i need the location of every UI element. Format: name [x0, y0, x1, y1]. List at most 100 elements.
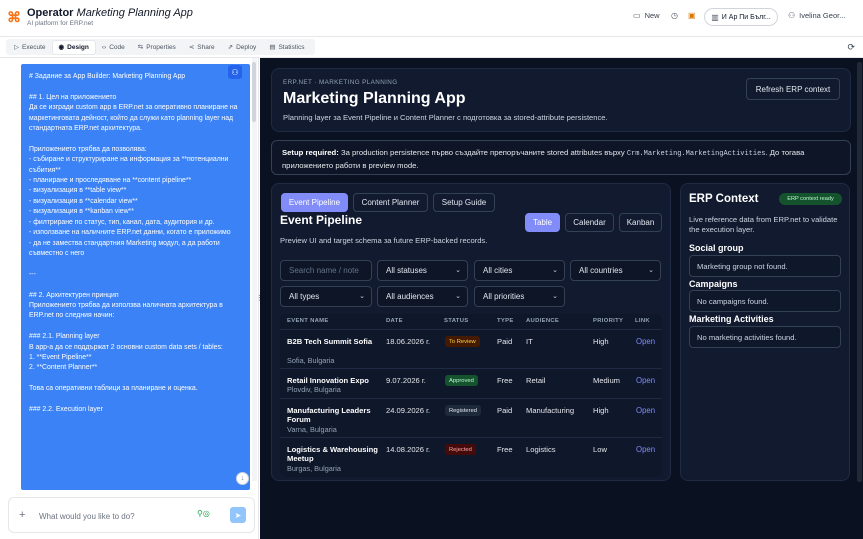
building-icon: ▥: [711, 12, 719, 22]
chat-input[interactable]: [39, 509, 189, 523]
voice-icon[interactable]: ⚲◎: [197, 509, 210, 518]
mode-tabs-bar: ▷ Execute ◉ Design ‹› Code ⇆ Properties ⋖ Sha…: [0, 37, 863, 58]
event-type: Free: [497, 445, 513, 454]
user-avatar-icon: ⚇: [228, 65, 242, 79]
status-badge: ERP context ready: [779, 193, 842, 205]
event-location: Sofia, Bulgaria: [287, 356, 335, 365]
attach-icon[interactable]: +: [19, 509, 25, 521]
type-filter[interactable]: All types ⌄: [280, 286, 372, 307]
chevron-down-icon: ⌄: [359, 293, 365, 300]
column-header: PRIORITY: [593, 318, 624, 324]
event-location: Plovdiv, Bulgaria: [287, 385, 341, 394]
event-priority: High: [593, 337, 609, 346]
event-audience: Manufacturing: [526, 406, 575, 415]
campaigns-value: No campaigns found.: [689, 290, 841, 312]
event-audience: IT: [526, 337, 533, 346]
country-filter[interactable]: All countries ⌄: [570, 260, 661, 281]
tab-event-pipeline[interactable]: Event Pipeline: [281, 193, 348, 212]
event-priority: Medium: [593, 376, 621, 385]
share-icon: ⋖: [188, 44, 195, 51]
send-button[interactable]: ➤: [230, 507, 246, 523]
status-badge: Registered: [445, 405, 482, 416]
tab-design[interactable]: ◉ Design: [52, 40, 95, 54]
user-icon: ⚇: [788, 11, 796, 20]
refresh-icon[interactable]: ⟳: [847, 42, 855, 53]
tab-properties[interactable]: ⇆ Properties: [132, 41, 182, 54]
eye-icon: ◉: [58, 44, 65, 51]
column-header: DATE: [386, 318, 403, 324]
page-description: Planning layer за Event Pipeline и Conte…: [283, 113, 608, 122]
open-link[interactable]: Open: [636, 445, 655, 454]
tab-execute[interactable]: ▷ Execute: [8, 41, 52, 54]
scroll-down-button[interactable]: ↓: [236, 472, 249, 485]
event-name: Logistics & Warehousing Meetup: [287, 445, 378, 463]
rocket-icon: ⇗: [227, 44, 234, 51]
breadcrumb: ERP.NET · MARKETING PLANNING: [283, 79, 398, 86]
priority-filter[interactable]: All priorities ⌄: [474, 286, 565, 307]
sliders-icon: ⇆: [137, 44, 144, 51]
user-menu[interactable]: ⚇ Ivelina Geor...: [788, 11, 845, 20]
lock-button[interactable]: ▣: [688, 11, 696, 20]
chat-scroll-thumb[interactable]: [252, 62, 256, 122]
status-filter[interactable]: All statuses ⌄: [377, 260, 468, 281]
tab-content-planner[interactable]: Content Planner: [353, 193, 428, 212]
view-kanban-button[interactable]: Kanban: [619, 213, 662, 232]
chevron-down-icon: ⌄: [552, 267, 558, 274]
chat-composer: + ⚲◎ ➤: [8, 497, 255, 533]
event-date: 14.08.2026 г.: [386, 445, 431, 454]
table-row: [280, 329, 662, 367]
event-date: 18.06.2026 г.: [386, 337, 431, 346]
play-icon: ▷: [14, 44, 19, 51]
tab-statistics[interactable]: ▤ Statistics: [263, 41, 310, 54]
app-title: Operator Marketing Planning App: [27, 7, 193, 19]
social-group-heading: Social group: [689, 243, 744, 253]
open-link[interactable]: Open: [636, 406, 655, 415]
chevron-down-icon: ⌄: [455, 293, 461, 300]
new-button[interactable]: ▭ New: [633, 11, 660, 20]
search-input[interactable]: Search name / note: [280, 260, 372, 281]
status-badge: Approved: [445, 375, 478, 386]
status-badge: To Review: [445, 336, 480, 347]
section-description: Preview UI and target schema за future E…: [280, 236, 488, 245]
erp-context-title: ERP Context: [689, 193, 759, 205]
event-location: Varna, Bulgaria: [287, 425, 337, 434]
audience-filter[interactable]: All audiences ⌄: [377, 286, 468, 307]
view-calendar-button[interactable]: Calendar: [565, 213, 614, 232]
event-type: Paid: [497, 337, 513, 346]
setup-notice: Setup required: За production persistenc…: [271, 140, 851, 175]
event-name: B2B Tech Summit Sofia: [287, 337, 373, 346]
user-message: # Задание за App Builder: Marketing Plan…: [21, 64, 250, 490]
city-filter[interactable]: All cities ⌄: [474, 260, 565, 281]
chart-icon: ▤: [269, 44, 276, 51]
view-table-button[interactable]: Table: [525, 213, 560, 232]
section-heading: Event Pipeline: [280, 213, 363, 227]
tab-share[interactable]: ⋖ Share: [183, 41, 221, 54]
tab-setup-guide[interactable]: Setup Guide: [433, 193, 495, 212]
column-header: LINK: [635, 318, 650, 324]
marketing-activities-heading: Marketing Activities: [689, 314, 774, 324]
top-bar: ⌘ Operator Marketing Planning App AI pla…: [0, 0, 863, 37]
refresh-erp-context-button[interactable]: Refresh ERP context: [746, 78, 840, 100]
event-priority: High: [593, 406, 609, 415]
workspace-selector[interactable]: ▥ И Ар Пи Бълг...: [704, 8, 778, 26]
history-icon: ◷: [671, 11, 678, 20]
operator-logo-icon: ⌘: [7, 9, 21, 25]
event-audience: Logistics: [526, 445, 556, 454]
lock-icon: ▣: [688, 11, 696, 20]
open-link[interactable]: Open: [636, 376, 655, 385]
campaigns-heading: Campaigns: [689, 279, 738, 289]
column-header: TYPE: [497, 318, 514, 324]
preview-scrollbar[interactable]: [857, 62, 862, 482]
tab-deploy[interactable]: ⇗ Deploy: [222, 41, 263, 54]
history-button[interactable]: ◷: [671, 11, 678, 20]
chevron-down-icon: ⌄: [648, 267, 654, 274]
column-header: STATUS: [444, 318, 469, 324]
tab-code[interactable]: ‹› Code: [96, 41, 131, 54]
chevron-down-icon: ⌄: [455, 267, 461, 274]
open-link[interactable]: Open: [636, 337, 655, 346]
event-priority: Low: [593, 445, 607, 454]
page-title: Marketing Planning App: [283, 90, 466, 107]
event-date: 9.07.2026 г.: [386, 376, 426, 385]
event-name: Retail Innovation Expo: [287, 376, 369, 385]
chat-panel: # Задание за App Builder: Marketing Plan…: [0, 58, 259, 539]
